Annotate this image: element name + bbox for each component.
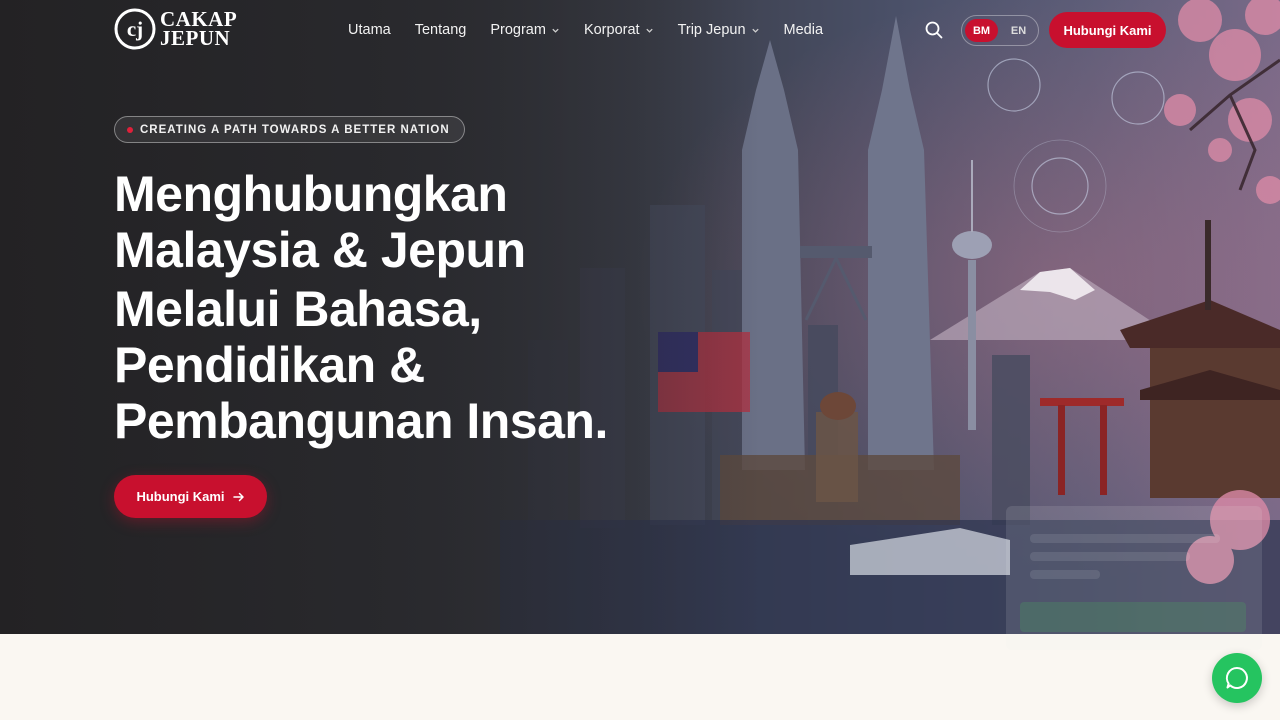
chat-text-placeholder — [1030, 552, 1190, 561]
language-switcher: BM EN — [961, 15, 1039, 46]
hero-title-line-3: Melalui Bahasa, — [114, 281, 482, 337]
search-icon[interactable] — [924, 20, 944, 40]
whatsapp-button[interactable] — [1212, 653, 1262, 703]
chevron-down-icon — [751, 28, 759, 33]
logo-wordmark: CAKAP JEPUN — [160, 9, 237, 50]
nav-label: Program — [490, 22, 546, 38]
tagline-badge: CREATING A PATH TOWARDS A BETTER NATION — [114, 116, 465, 143]
chevron-down-icon — [645, 28, 653, 33]
tagline-text: CREATING A PATH TOWARDS A BETTER NATION — [140, 123, 450, 136]
nav-label: Utama — [348, 22, 391, 38]
chat-start-button[interactable] — [1020, 602, 1246, 632]
nav-item-tentang[interactable]: Tentang — [415, 20, 467, 40]
nav-item-media[interactable]: Media — [784, 20, 824, 40]
lang-en-button[interactable]: EN — [1002, 19, 1035, 42]
brand-logo[interactable]: cj CAKAP JEPUN — [114, 8, 237, 50]
contact-button-label: Hubungi Kami — [136, 489, 225, 504]
contact-button-header[interactable]: Hubungi Kami — [1049, 12, 1166, 48]
chat-popup — [1006, 506, 1262, 650]
main-nav: Utama Tentang Program Korporat Trip Jepu… — [348, 20, 847, 40]
chevron-down-icon — [552, 28, 559, 33]
arrow-right-icon — [232, 492, 244, 501]
chat-text-placeholder — [1030, 534, 1220, 543]
nav-label: Tentang — [414, 22, 467, 38]
logo-mark-icon: cj — [114, 8, 156, 50]
nav-label: Trip Jepun — [677, 22, 746, 38]
hero-title-line-5: Pembangunan Insan. — [114, 393, 608, 449]
hero-title-line-1: Menghubungkan — [114, 166, 508, 222]
nav-item-trip-jepun[interactable]: Trip Jepun — [678, 20, 760, 40]
hero-title-line-4: Pendidikan & — [114, 337, 425, 393]
hero-title: Menghubungkan Malaysia & Jepun Melalui B… — [114, 166, 608, 449]
hero-title-line-2: Malaysia & Jepun — [114, 222, 526, 278]
nav-label: Korporat — [583, 22, 640, 38]
chat-text-placeholder — [1030, 570, 1100, 579]
nav-item-korporat[interactable]: Korporat — [584, 20, 654, 40]
logo-line-2: JEPUN — [160, 26, 231, 50]
nav-item-program[interactable]: Program — [490, 20, 560, 40]
whatsapp-icon — [1225, 666, 1248, 689]
svg-text:cj: cj — [127, 17, 143, 41]
nav-label: Media — [783, 22, 824, 38]
contact-button-hero[interactable]: Hubungi Kami — [114, 475, 267, 518]
tagline-dot — [127, 126, 133, 133]
lang-bm-button[interactable]: BM — [965, 19, 998, 42]
nav-item-utama[interactable]: Utama — [348, 20, 391, 40]
